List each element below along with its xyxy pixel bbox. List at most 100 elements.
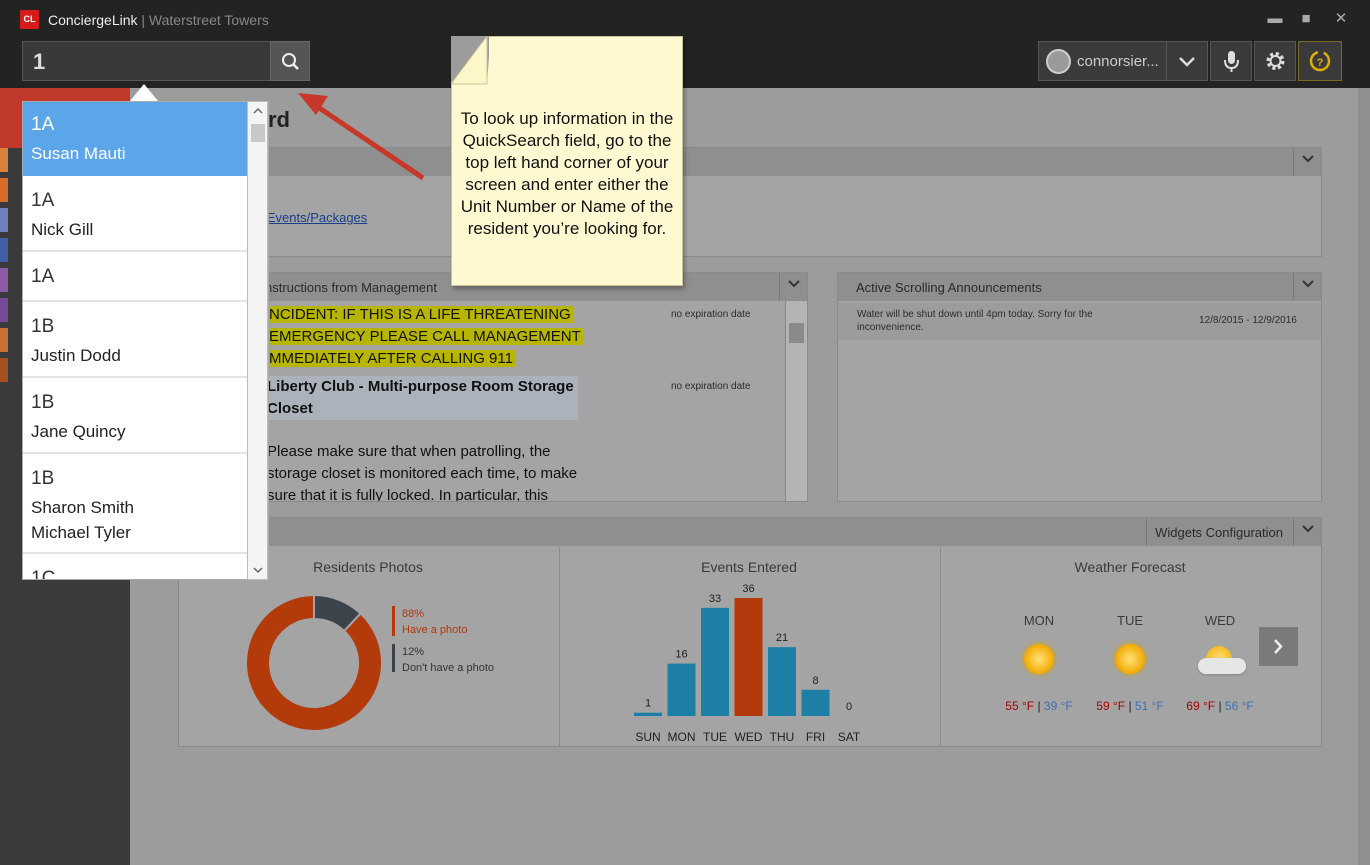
search-result-item[interactable]: 1B Justin Dodd [23,304,247,378]
x-tick-label: SAT [838,730,861,744]
sidebar-color-tab[interactable] [0,148,8,172]
bar-value-label: 21 [776,632,788,644]
close-button[interactable]: ✕ [1332,10,1350,28]
weather-day: WED [1204,613,1236,628]
bar-value-label: 16 [675,649,687,661]
sidebar-color-tab[interactable] [0,298,8,322]
instruction-title-line: Liberty Club - Multi-purpose Room Storag… [267,378,574,395]
collapse-panel-button[interactable] [779,273,807,301]
instruction-text: MMEDIATELY AFTER CALLING 911 [267,350,515,367]
legend-without-photo: 12% Don't have a photo [402,644,494,676]
events-entered-chart: 1 SUN 16 MON 33 TUE 36 WED 21 THU 8 FRI 0 SAT [634,583,861,744]
microphone-button[interactable] [1210,41,1252,81]
sidebar-color-tab[interactable] [0,238,8,262]
instruction-body: Please make sure that when patrolling, t… [267,441,577,501]
bar-value-label: 8 [812,675,818,687]
maximize-button[interactable]: ■ [1297,10,1315,28]
bar-value-label: 33 [709,593,721,605]
divider [940,547,941,747]
sidebar-color-tab[interactable] [0,358,8,382]
search-result-item[interactable]: 1B Sharon Smith Michael Tyler [23,456,247,554]
bar-thu [768,647,796,716]
bar-value-label: 0 [846,701,852,713]
search-button[interactable] [270,41,310,81]
settings-button[interactable] [1254,41,1296,81]
sidebar-color-tab[interactable] [0,208,8,232]
collapse-panel-button[interactable] [1293,273,1321,301]
search-result-item[interactable]: 1C [23,556,247,580]
result-resident-name: Michael Tyler [31,523,131,542]
expiry-label: no expiration date [671,381,751,392]
user-dropdown-button[interactable] [1166,41,1208,81]
instructions-panel: nstructions from Management NCIDENT: IF … [178,272,808,502]
quicksearch-results: 1A Susan Mauti 1A Nick Gill 1A 1B Justin Dodd 1… [22,101,269,580]
result-resident-name: Sharon Smith [31,498,134,517]
gear-icon [1266,52,1285,70]
panel-header: Active Scrolling Announcements [838,273,1321,301]
app-title: ConciergeLink | Waterstreet Towers [48,12,269,28]
collapse-panel-button[interactable] [1293,518,1321,546]
title-bar: CL ConciergeLink | Waterstreet Towers ▬ … [0,0,1370,38]
instruction-title-line: Closet [267,400,313,417]
page-scrollbar[interactable] [1358,88,1370,865]
widgets-configuration-button[interactable]: Widgets Configuration [1146,518,1293,546]
announcement-item[interactable]: Water will be shut down until 4pm today.… [838,303,1321,340]
weather-next-button[interactable] [1259,627,1298,666]
announcement-line: Water will be shut down until 4pm today.… [857,309,1093,320]
scrollbar-thumb[interactable] [251,124,265,142]
quicksearch-input[interactable]: 1 [22,41,272,81]
bar-mon [667,663,696,716]
instruction-text: NCIDENT: IF THIS IS A LIFE THREATENING [267,306,573,323]
weather-temps: 69 °F | 56 °F [1186,699,1254,713]
temp-low: 51 °F [1134,699,1164,713]
temp-low: 39 °F [1043,699,1073,713]
result-unit: 1B [31,392,55,413]
weather-day: MON [1023,613,1055,628]
search-result-item[interactable]: 1B Jane Quincy [23,380,247,454]
x-tick-label: TUE [703,730,727,744]
announcements-panel: Active Scrolling Announcements Water wil… [837,272,1322,502]
legend-value: 12% [402,646,425,658]
divider [559,547,560,747]
legend-bar-without-photo [392,644,395,672]
sidebar-color-tab[interactable] [0,328,8,352]
instruction-title[interactable]: Liberty Club - Multi-purpose Room Storag… [267,376,578,420]
announcement-text: Water will be shut down until 4pm today.… [857,308,1093,334]
widget-title: Weather Forecast [1074,559,1186,575]
result-unit: 1A [31,114,55,135]
instruction-item[interactable]: NCIDENT: IF THIS IS A LIFE THREATENING E… [267,304,583,370]
chevron-down-icon [787,280,800,288]
chevron-right-icon [1274,639,1283,654]
instructions-scrollbar[interactable] [785,301,807,501]
collapse-panel-button[interactable] [1293,148,1321,176]
search-result-item[interactable]: 1A Nick Gill [23,178,247,252]
chevron-down-icon [1301,525,1314,533]
app-name: ConciergeLink [48,12,138,28]
x-tick-label: MON [668,730,696,744]
x-tick-label: WED [735,730,763,744]
temp-high: 55 °F [1005,699,1035,713]
scroll-up-arrow-icon[interactable] [251,105,265,117]
result-unit: 1C [31,568,56,580]
search-result-item[interactable]: 1A [23,254,247,302]
chevron-down-icon [1301,280,1314,288]
sidebar-color-tab[interactable] [0,268,8,292]
bar-value-label: 36 [742,583,754,595]
result-unit: 1B [31,316,55,337]
scrollbar-thumb[interactable] [789,323,804,343]
result-resident-name: Jane Quincy [31,422,126,441]
minimize-button[interactable]: ▬ [1266,10,1284,28]
weather-temps: 59 °F | 51 °F [1096,699,1164,713]
app-logo: CL [20,10,39,29]
weather-day: TUE [1117,613,1143,628]
events-packages-link[interactable]: n Events/Packages [256,210,367,225]
help-button[interactable]: ? [1298,41,1342,81]
x-tick-label: THU [770,730,795,744]
sidebar-color-tab[interactable] [0,178,8,202]
results-scrollbar[interactable] [247,101,268,580]
bar-sun [634,712,662,716]
widget-title: Events Entered [701,559,797,575]
site-name: Waterstreet Towers [148,12,269,28]
search-result-item[interactable]: 1A Susan Mauti [23,102,247,176]
scroll-down-arrow-icon[interactable] [251,564,265,576]
